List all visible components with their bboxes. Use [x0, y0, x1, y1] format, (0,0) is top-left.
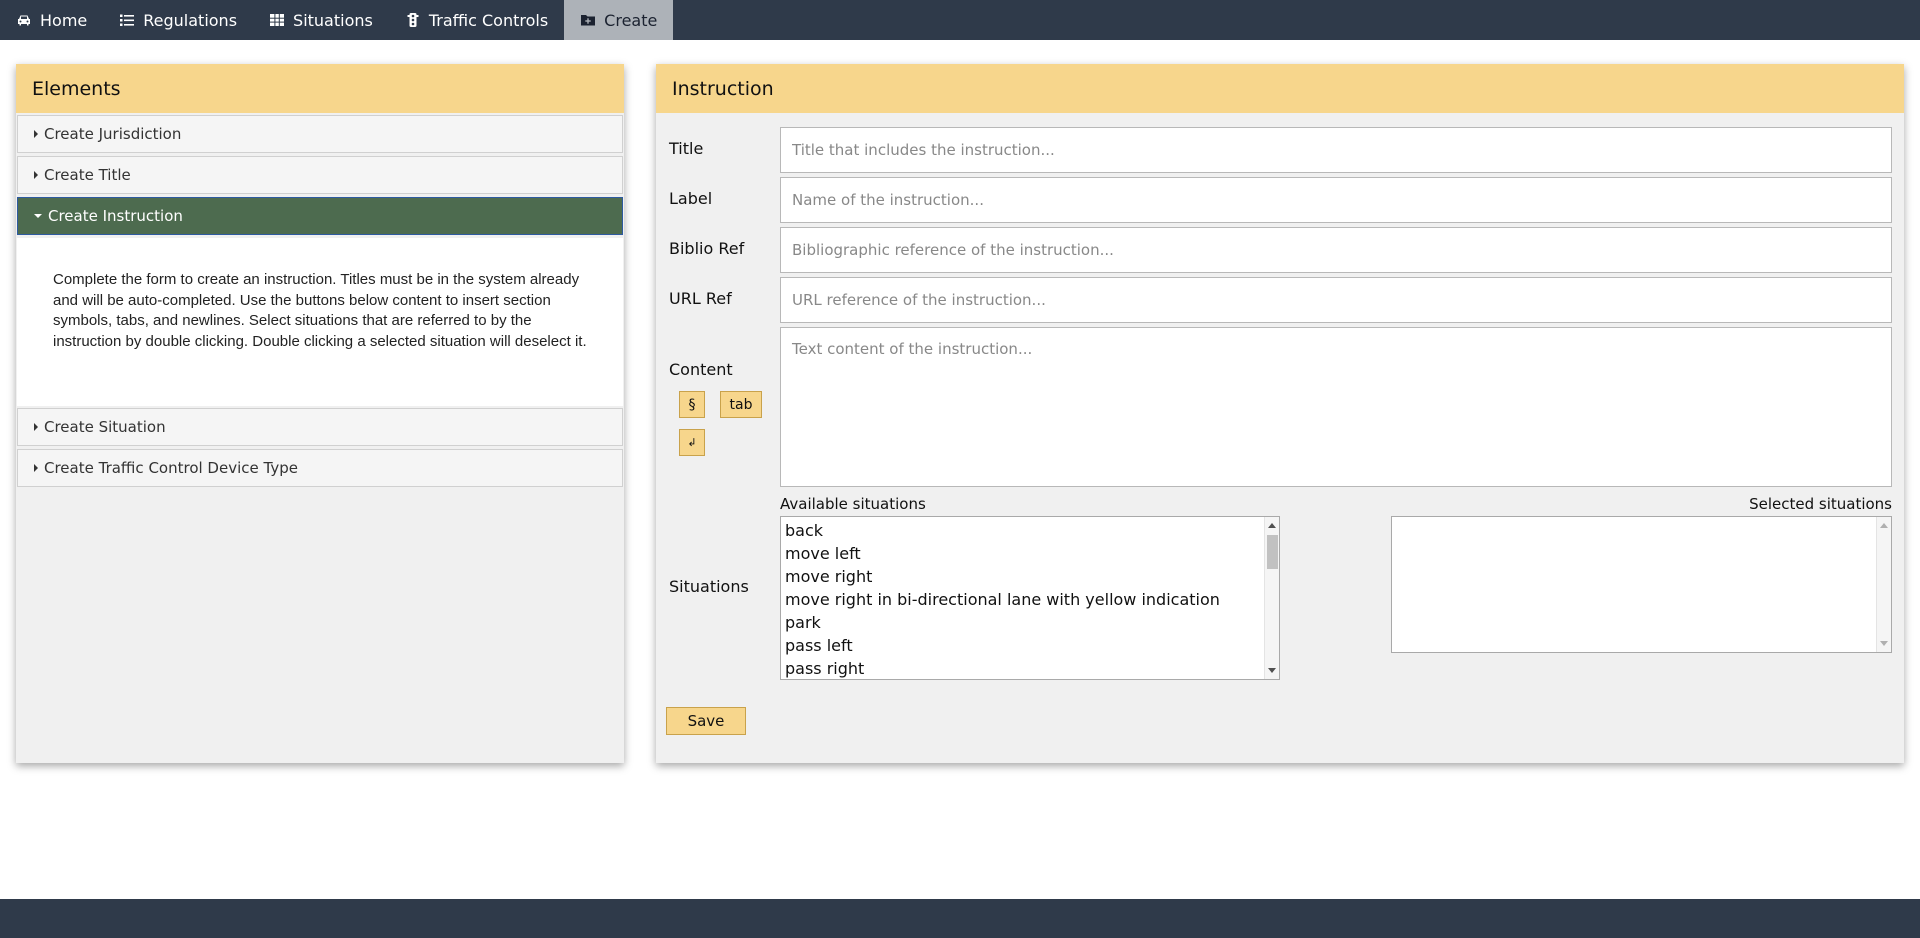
nav-create-label: Create: [604, 10, 658, 30]
available-list-scrollbar[interactable]: [1264, 517, 1279, 679]
title-label: Title: [669, 139, 704, 158]
accordion-create-traffic-control-device-type[interactable]: Create Traffic Control Device Type: [17, 449, 623, 487]
footer: [0, 899, 1920, 938]
insert-tab-button[interactable]: tab: [720, 391, 762, 418]
selected-list-scrollbar[interactable]: [1876, 517, 1891, 652]
available-situations-list[interactable]: back move left move right move right in …: [780, 516, 1280, 680]
selected-situations-label: Selected situations: [1749, 495, 1892, 513]
table-icon: [270, 14, 285, 26]
title-input[interactable]: [780, 127, 1892, 173]
instruction-panel-title: Instruction: [656, 64, 1904, 113]
accordion-label: Create Title: [44, 166, 131, 184]
scroll-up-icon[interactable]: [1268, 523, 1276, 528]
accordion-label: Create Instruction: [48, 207, 183, 225]
caret-right-icon: [34, 130, 38, 138]
situation-option[interactable]: pass left: [785, 634, 1279, 657]
list-icon: [120, 14, 135, 26]
traffic-light-icon: [407, 13, 419, 27]
situation-option[interactable]: move right: [785, 565, 1279, 588]
accordion-create-situation[interactable]: Create Situation: [17, 408, 623, 446]
nav-situations[interactable]: Situations: [253, 0, 389, 40]
caret-right-icon: [34, 171, 38, 179]
scroll-down-icon[interactable]: [1880, 641, 1888, 646]
caret-right-icon: [34, 423, 38, 431]
url-ref-label: URL Ref: [669, 289, 732, 308]
content-textarea[interactable]: [780, 327, 1892, 487]
biblio-ref-label: Biblio Ref: [669, 239, 745, 258]
elements-panel-title: Elements: [16, 64, 624, 113]
label-label: Label: [669, 189, 713, 208]
accordion-create-jurisdiction[interactable]: Create Jurisdiction: [17, 115, 623, 153]
instruction-panel: Instruction Title Label Biblio Ref URL R…: [656, 64, 1904, 763]
situation-option[interactable]: move right in bi-directional lane with y…: [785, 588, 1279, 611]
url-ref-input[interactable]: [780, 277, 1892, 323]
accordion-label: Create Situation: [44, 418, 166, 436]
nav-regulations-label: Regulations: [143, 10, 238, 30]
nav-regulations[interactable]: Regulations: [103, 0, 253, 40]
selected-situations-list[interactable]: [1391, 516, 1892, 653]
situation-option[interactable]: park: [785, 611, 1279, 634]
nav-traffic-controls[interactable]: Traffic Controls: [389, 0, 564, 40]
nav-situations-label: Situations: [293, 10, 373, 30]
scroll-down-icon[interactable]: [1268, 668, 1276, 673]
save-button[interactable]: Save: [666, 707, 746, 735]
caret-right-icon: [34, 464, 38, 472]
instruction-help-text: Complete the form to create an instructi…: [17, 238, 623, 406]
insert-newline-button[interactable]: ↲: [679, 429, 705, 456]
scroll-thumb[interactable]: [1267, 535, 1278, 569]
nav-home[interactable]: Home: [0, 0, 103, 40]
nav-create[interactable]: Create: [564, 0, 674, 40]
nav-home-label: Home: [40, 10, 88, 30]
accordion-create-title[interactable]: Create Title: [17, 156, 623, 194]
biblio-ref-input[interactable]: [780, 227, 1892, 273]
accordion-label: Create Jurisdiction: [44, 125, 182, 143]
situation-option[interactable]: move left: [785, 542, 1279, 565]
accordion-create-instruction[interactable]: Create Instruction: [17, 197, 623, 235]
car-icon: [18, 15, 30, 26]
folder-plus-icon: [581, 15, 596, 26]
label-input[interactable]: [780, 177, 1892, 223]
situation-option[interactable]: pass right: [785, 657, 1279, 679]
nav-traffic-controls-label: Traffic Controls: [428, 10, 549, 30]
content-label: Content: [669, 360, 733, 379]
insert-section-symbol-button[interactable]: §: [679, 391, 705, 418]
situation-option[interactable]: back: [785, 519, 1279, 542]
caret-down-icon: [34, 214, 42, 218]
elements-panel: Elements Create Jurisdiction Create Titl…: [16, 64, 624, 763]
available-situations-label: Available situations: [780, 495, 926, 513]
situations-label: Situations: [669, 577, 749, 596]
accordion-label: Create Traffic Control Device Type: [44, 459, 298, 477]
scroll-up-icon[interactable]: [1880, 523, 1888, 528]
top-navbar: Home Regulations Situations Traffic Cont…: [0, 0, 1920, 40]
